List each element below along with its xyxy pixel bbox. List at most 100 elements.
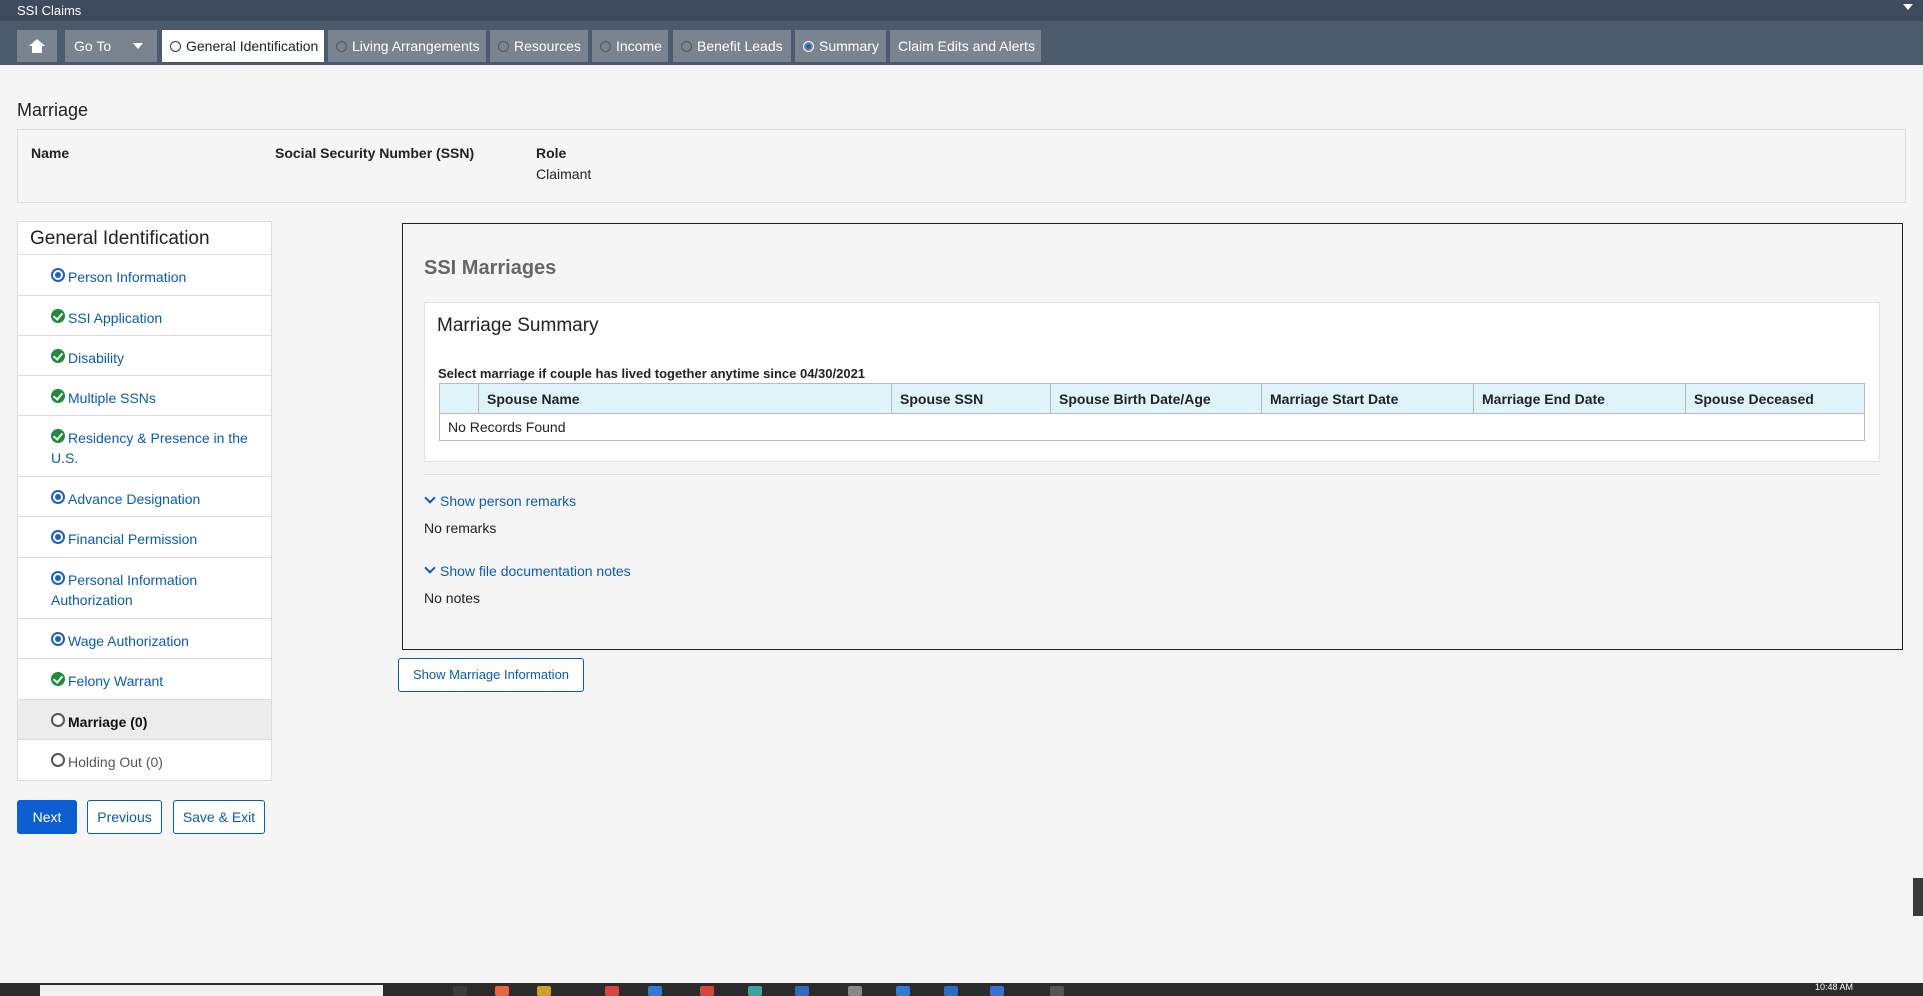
sidebar-item-financial-permission[interactable]: Financial Permission xyxy=(18,517,271,558)
sidebar-item-personal-information-authorization[interactable]: Personal Information Authorization xyxy=(18,558,271,619)
section-sidebar: General Identification Person Informatio… xyxy=(17,221,272,781)
sidebar-item-wage-authorization[interactable]: Wage Authorization xyxy=(18,619,271,659)
taskbar-clock[interactable]: 10:48 AM xyxy=(1815,983,1853,992)
sidebar-item-holding-out[interactable]: Holding Out (0) xyxy=(18,740,271,780)
sidebar-item-label: Disability xyxy=(68,350,125,366)
taskbar-app-icon[interactable] xyxy=(848,986,862,996)
person-info-box: Name Social Security Number (SSN) Role C… xyxy=(17,129,1906,203)
home-button[interactable] xyxy=(17,30,57,62)
in-progress-icon xyxy=(51,530,65,544)
table-row: No Records Found xyxy=(439,413,1865,441)
tab-claim-edits-alerts[interactable]: Claim Edits and Alerts xyxy=(890,30,1041,62)
taskbar-app-icon[interactable] xyxy=(453,986,467,996)
taskbar-app-icon[interactable] xyxy=(748,986,762,996)
check-circle-icon xyxy=(51,389,65,403)
taskbar-app-icon[interactable] xyxy=(495,986,509,996)
column-header-spouse-ssn[interactable]: Spouse SSN xyxy=(891,383,1051,414)
taskbar-app-icon[interactable] xyxy=(700,986,714,996)
taskbar-app-icon[interactable] xyxy=(795,986,809,996)
column-header-spouse-birth[interactable]: Spouse Birth Date/Age xyxy=(1050,383,1262,414)
sidebar-title: General Identification xyxy=(18,222,271,255)
column-header-marriage-start[interactable]: Marriage Start Date xyxy=(1261,383,1474,414)
marriage-table: Spouse Name Spouse SSN Spouse Birth Date… xyxy=(439,383,1865,441)
radio-icon xyxy=(498,41,509,52)
radio-icon xyxy=(336,41,347,52)
toggle-label: Show file documentation notes xyxy=(440,563,631,579)
tab-label: Income xyxy=(616,38,662,54)
tab-income[interactable]: Income xyxy=(592,30,668,62)
taskbar-app-icon[interactable] xyxy=(944,986,958,996)
check-circle-icon xyxy=(51,309,65,323)
check-circle-icon xyxy=(51,429,65,443)
previous-button[interactable]: Previous xyxy=(87,800,162,834)
tab-general-identification[interactable]: General Identification xyxy=(162,30,324,62)
sidebar-item-disability[interactable]: Disability xyxy=(18,336,271,376)
sidebar-item-ssi-application[interactable]: SSI Application xyxy=(18,296,271,336)
top-navigation: Go To General Identification Living Arra… xyxy=(0,21,1923,65)
chevron-down-icon xyxy=(133,43,144,49)
in-progress-icon xyxy=(51,268,65,282)
toggle-label: Show person remarks xyxy=(440,493,577,509)
tab-label: Summary xyxy=(819,38,879,54)
sidebar-item-label: Advance Designation xyxy=(68,491,201,507)
scrollbar-thumb[interactable] xyxy=(1913,878,1923,916)
column-header-spouse-name[interactable]: Spouse Name xyxy=(478,383,892,414)
goto-label: Go To xyxy=(74,38,112,54)
window-menu-caret-icon[interactable] xyxy=(1903,4,1913,10)
taskbar-app-icon[interactable] xyxy=(537,986,551,996)
empty-table-message: No Records Found xyxy=(439,413,1865,441)
column-header-select xyxy=(439,383,479,414)
sidebar-item-marriage[interactable]: Marriage (0) xyxy=(18,700,271,740)
sidebar-item-label: Residency & Presence in the U.S. xyxy=(51,430,248,466)
sidebar-item-label: Felony Warrant xyxy=(68,673,164,689)
in-progress-icon xyxy=(51,632,65,646)
role-label: Role xyxy=(536,145,567,161)
sidebar-item-label: Holding Out (0) xyxy=(68,754,163,770)
tab-resources[interactable]: Resources xyxy=(490,30,588,62)
tab-benefit-leads[interactable]: Benefit Leads xyxy=(673,30,791,62)
show-person-remarks-link[interactable]: Show person remarks xyxy=(424,492,577,509)
show-documentation-notes-link[interactable]: Show file documentation notes xyxy=(424,562,631,579)
tab-label: Living Arrangements xyxy=(352,38,480,54)
in-progress-icon xyxy=(51,571,65,585)
name-label: Name xyxy=(31,145,70,161)
goto-dropdown[interactable]: Go To xyxy=(65,30,157,62)
sidebar-item-advance-designation[interactable]: Advance Designation xyxy=(18,477,271,517)
next-button[interactable]: Next xyxy=(17,800,77,834)
taskbar-app-icon[interactable] xyxy=(1050,986,1064,996)
sidebar-item-multiple-ssns[interactable]: Multiple SSNs xyxy=(18,376,271,416)
tab-living-arrangements[interactable]: Living Arrangements xyxy=(328,30,486,62)
sidebar-item-residency[interactable]: Residency & Presence in the U.S. xyxy=(18,416,271,477)
tab-summary[interactable]: Summary xyxy=(795,30,886,62)
taskbar-app-icon[interactable] xyxy=(896,986,910,996)
remarks-text: No remarks xyxy=(424,520,497,536)
ssi-marriages-panel: SSI Marriages Marriage Summary Select ma… xyxy=(402,223,1903,650)
taskbar-app-icon[interactable] xyxy=(648,986,662,996)
role-value: Claimant xyxy=(536,166,592,182)
panel-title: SSI Marriages xyxy=(424,257,557,279)
chevron-down-icon xyxy=(424,562,436,574)
taskbar-app-icon[interactable] xyxy=(605,986,619,996)
radio-icon xyxy=(600,41,611,52)
show-marriage-information-button[interactable]: Show Marriage Information xyxy=(398,658,584,692)
ssn-label: Social Security Number (SSN) xyxy=(275,145,475,161)
sidebar-item-label: SSI Application xyxy=(68,310,163,326)
page-title: Marriage xyxy=(17,100,89,120)
marriage-summary-title: Marriage Summary xyxy=(437,315,599,336)
taskbar-app-icon[interactable] xyxy=(990,986,1004,996)
sidebar-item-person-information[interactable]: Person Information xyxy=(18,255,271,296)
column-header-spouse-deceased[interactable]: Spouse Deceased xyxy=(1685,383,1865,414)
check-circle-icon xyxy=(51,349,65,363)
radio-selected-icon xyxy=(803,41,814,52)
tab-label: Benefit Leads xyxy=(697,38,783,54)
tab-label: Claim Edits and Alerts xyxy=(898,38,1035,54)
chevron-down-icon xyxy=(424,492,436,504)
taskbar-search-box[interactable] xyxy=(40,985,383,996)
save-exit-button[interactable]: Save & Exit xyxy=(173,800,265,834)
sidebar-item-label: Person Information xyxy=(68,269,187,285)
home-icon xyxy=(29,39,45,53)
app-title-bar: SSI Claims xyxy=(0,0,1923,21)
column-header-marriage-end[interactable]: Marriage End Date xyxy=(1473,383,1686,414)
sidebar-item-felony-warrant[interactable]: Felony Warrant xyxy=(18,659,271,700)
sidebar-item-label: Financial Permission xyxy=(68,531,198,547)
